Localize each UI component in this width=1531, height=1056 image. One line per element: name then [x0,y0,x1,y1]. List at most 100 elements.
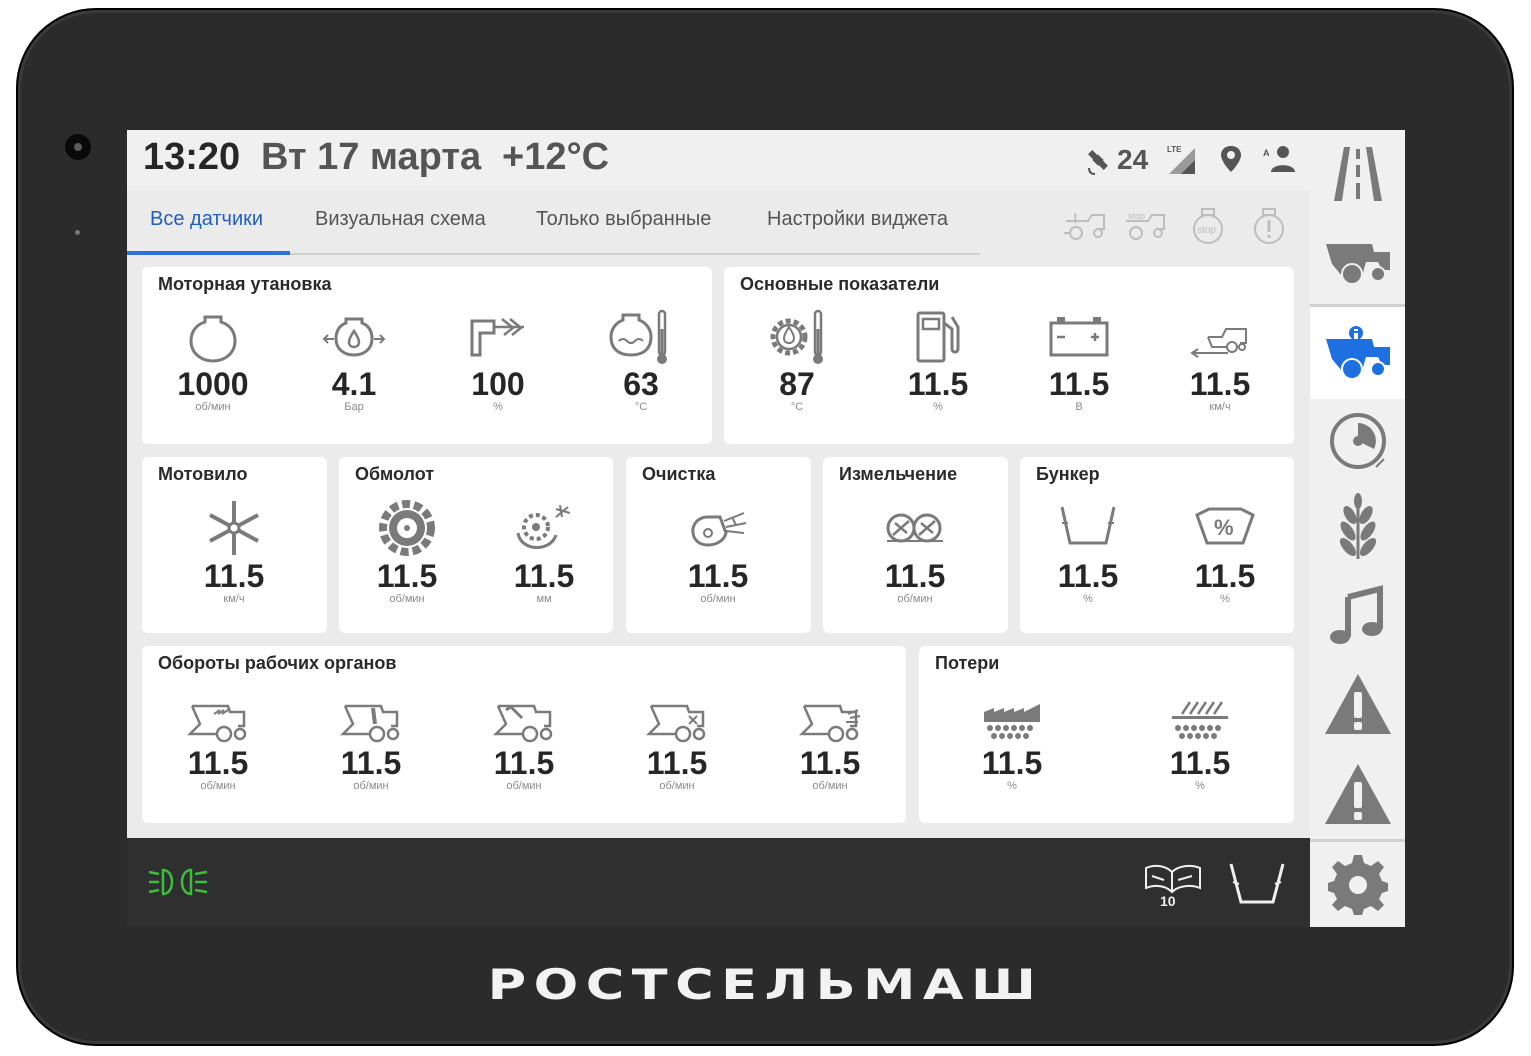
sidebar-item-crop[interactable] [1310,483,1405,571]
card-title: Мотовило [158,464,248,484]
harvester-icon [1325,244,1390,285]
card-losses: Потери 11.5 % 11.5 % [919,646,1294,823]
concave-icon [516,504,571,549]
settings-icon [1327,854,1388,915]
location-icon[interactable] [1219,142,1243,178]
oil-temperature-icon [770,309,823,364]
sensor-bunker-fill[interactable]: 11.5 % [1038,497,1138,605]
sensor-sieve-loss[interactable]: 11.5 % [962,698,1062,792]
sidebar-item-harvester[interactable] [1310,216,1405,304]
sidebar-item-road[interactable] [1310,130,1405,216]
card-title: Основные показатели [740,274,940,294]
card-title: Потери [935,653,1000,673]
sidebar-item-warnings[interactable] [1310,659,1405,749]
sieve-loss-icon [984,704,1040,739]
light-sensor [75,230,80,235]
sensor-oil-pressure[interactable]: 4.1 Бар [304,309,404,413]
fan-icon [691,512,747,547]
card-title: Обмолот [355,464,435,484]
active-tab-indicator [127,251,290,255]
satellite-count: 24 [1117,144,1149,175]
screen: 13:20 Вт 17 марта +12°C 24 LTE A Все дат… [127,130,1405,927]
date: Вт 17 марта [261,136,482,178]
tab-widget-settings[interactable]: Настройки виджета [767,208,948,238]
sensor-rpm-2[interactable]: 11.5 об/мин [321,698,421,792]
sensor-oil-temperature[interactable]: 87 °C [747,309,847,413]
harvester-info-icon [1325,326,1390,380]
engine-icon [189,315,237,363]
card-title: Моторная утановка [158,274,332,294]
speed-icon [1190,328,1247,358]
card-threshing: Обмолот 11.5 об/мин 11.5 мм [339,457,613,633]
air-intake-icon [470,318,524,357]
bunker-status-icon[interactable] [1225,856,1289,908]
sensor-rpm-1[interactable]: 11.5 об/мин [168,698,268,792]
user-icon[interactable]: A [1263,142,1297,178]
wheat-icon [1339,493,1376,559]
bottom-bar: 10 [127,838,1310,927]
status-bar: 13:20 Вт 17 марта +12°C 24 LTE A [127,130,1310,190]
card-main-indicators: Основные показатели 87 °C 11.5 % 11.5 В … [724,267,1294,444]
manual-icon[interactable]: 10 [1142,858,1204,908]
card-reel: Мотовило 11.5 км/ч [142,457,327,633]
sensor-fuel[interactable]: 11.5 % [888,309,988,413]
camera [65,134,91,160]
gauge-icon [1329,413,1386,469]
battery-icon [1049,317,1109,357]
sidebar-item-gauge[interactable] [1310,399,1405,483]
clock: 13:20 [143,136,241,178]
card-chopping: Измельчение 11.5 об/мин [823,457,1008,633]
sensor-rpm-5[interactable]: 11.5 об/мин [780,698,880,792]
sensor-coolant-temperature[interactable]: 63 °C [591,309,691,413]
sensor-chopper-rpm[interactable]: 11.5 об/мин [865,497,965,605]
headlights-icon[interactable] [147,864,211,900]
sidebar-item-settings[interactable] [1310,842,1405,927]
road-icon [1333,147,1382,201]
brand-logo: РОСТСЕЛЬМАШ [487,960,1044,1009]
satellite-icon [1088,150,1108,175]
sensor-rpm-4[interactable]: 11.5 об/мин [627,698,727,792]
card-engine: Моторная утановка 1000 об/мин 4.1 Бар 10… [142,267,712,444]
sensor-speed[interactable]: 11.5 км/ч [1170,309,1270,413]
harvester-stop-icon[interactable]: stop [1122,207,1168,243]
sensor-fan-rpm[interactable]: 11.5 об/мин [668,497,768,605]
sensor-straw-walker-loss[interactable]: 11.5 % [1150,698,1250,792]
svg-text:stop: stop [1197,225,1216,236]
fuel-icon [916,311,960,363]
card-working-rpm: Обороты рабочих органов 11.5 об/мин 11.5… [142,646,906,823]
sensor-air-intake[interactable]: 100 % [448,309,548,413]
harvester-header-icon [186,704,247,743]
sidebar-item-music[interactable] [1310,571,1405,659]
chopper-icon [886,513,943,543]
svg-text:%: % [1214,515,1234,540]
sensor-battery[interactable]: 11.5 В [1029,309,1129,413]
straw-walker-loss-icon [1172,701,1228,739]
sensor-drum-rpm[interactable]: 11.5 об/мин [357,497,457,605]
sensor-concave-gap[interactable]: 11.5 мм [494,497,594,605]
stop-icon[interactable]: stop [1190,207,1226,247]
sidebar [1310,130,1405,927]
sensor-bunker-percent[interactable]: % 11.5 % [1175,497,1275,605]
svg-text:10: 10 [1160,893,1176,908]
sensor-rpm-3[interactable]: 11.5 об/мин [474,698,574,792]
harvester-warning-icon[interactable]: ! [1062,207,1108,243]
card-title: Измельчение [839,464,958,484]
tab-all-sensors[interactable]: Все датчики [150,208,263,238]
sidebar-item-harvester-info[interactable] [1310,307,1405,399]
sensor-engine-rpm[interactable]: 1000 об/мин [163,309,263,413]
sensor-reel-speed[interactable]: 11.5 км/ч [184,497,284,605]
sidebar-item-alerts[interactable] [1310,749,1405,839]
signal-icon: LTE [1167,145,1195,174]
tab-selected-only[interactable]: Только выбранные [536,208,711,238]
warning-icon [1324,674,1391,734]
harvester-x-icon [645,704,706,743]
bunker-icon [1060,506,1116,545]
alert-icon[interactable] [1251,207,1287,247]
svg-text:stop: stop [1128,211,1145,221]
svg-text:!: ! [1073,210,1078,226]
harvester-rear-icon [798,704,861,743]
svg-text:A: A [1263,148,1270,158]
tab-visual-scheme[interactable]: Визуальная схема [315,208,486,238]
bunker-percent-icon: % [1195,507,1255,545]
warning-icon [1324,764,1391,824]
